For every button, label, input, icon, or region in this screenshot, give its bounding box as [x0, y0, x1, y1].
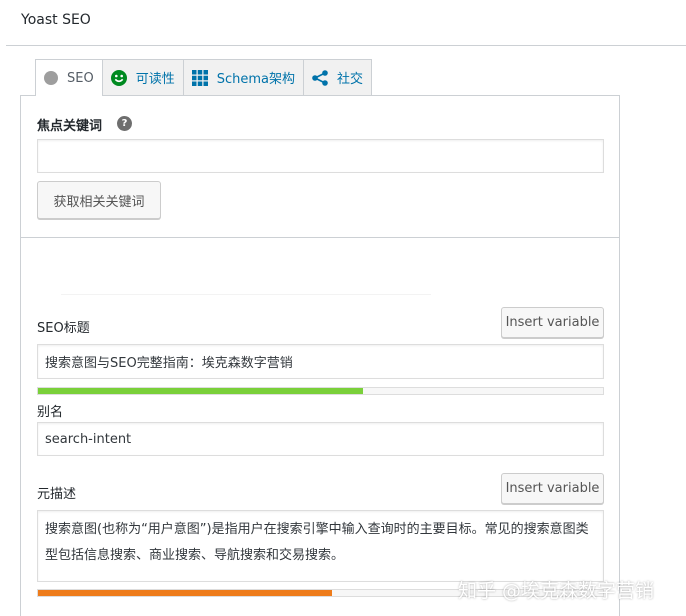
tab-readability-label: 可读性 [135, 72, 175, 87]
meta-description-input[interactable]: 搜索意图(也称为“用户意图”)是指用户在搜索引擎中输入查询时的主要目标。常见的搜… [37, 510, 604, 582]
slug-label: 别名 [37, 405, 64, 420]
circle-gray-icon [44, 71, 58, 85]
seo-title-progress [37, 387, 604, 395]
tab-social[interactable]: 社交 [303, 59, 373, 95]
smiley-green-icon [110, 69, 127, 86]
tab-schema[interactable]: Schema架构 [182, 59, 304, 95]
faint-divider [61, 294, 431, 295]
focus-keyword-label: 焦点关键词 [37, 119, 103, 134]
tab-schema-label: Schema架构 [216, 72, 295, 87]
seo-title-progress-fill [38, 388, 363, 394]
section-divider [21, 237, 619, 238]
seo-title-input[interactable]: 搜索意图与SEO完整指南：埃克森数字营销 [37, 344, 604, 379]
panel-title: Yoast SEO [21, 12, 91, 28]
meta-description-insert-variable-button[interactable]: Insert variable [501, 473, 604, 504]
tab-seo[interactable]: SEO [35, 59, 103, 96]
tab-seo-label: SEO [67, 70, 94, 86]
title-divider [6, 45, 686, 46]
seo-title-insert-variable-button[interactable]: Insert variable [501, 307, 604, 338]
seo-tab-panel: 焦点关键词 ? 获取相关关键词 SEO标题 Insert variable 搜索… [20, 95, 620, 616]
grid-icon [191, 69, 208, 86]
get-related-keyphrases-button[interactable]: 获取相关关键词 [37, 181, 161, 219]
metabox-tabs: SEO 可读性 Schema架构 社交 [35, 59, 373, 96]
slug-input[interactable]: search-intent [37, 422, 604, 456]
tab-social-label: 社交 [337, 72, 364, 87]
help-icon[interactable]: ? [117, 116, 132, 131]
tab-readability[interactable]: 可读性 [101, 59, 184, 95]
share-icon [312, 69, 328, 86]
meta-description-progress-fill [38, 590, 332, 596]
focus-keyword-input[interactable] [37, 139, 604, 173]
watermark: 知乎 @埃克森数字营销 [458, 580, 655, 602]
meta-description-label: 元描述 [37, 487, 77, 502]
seo-title-label: SEO标题 [37, 321, 90, 336]
